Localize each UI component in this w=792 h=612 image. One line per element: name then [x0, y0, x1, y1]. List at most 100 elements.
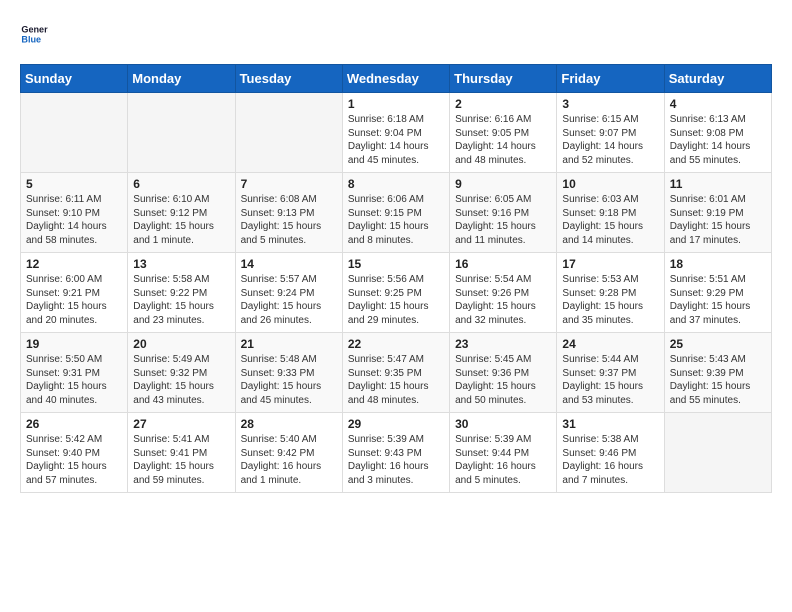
week-row-2: 5 Sunrise: 6:11 AMSunset: 9:10 PMDaylight…	[21, 173, 772, 253]
day-number: 6	[133, 177, 229, 191]
day-header-friday: Friday	[557, 65, 664, 93]
day-cell: 28Sunrise: 5:40 AMSunset: 9:42 PMDayligh…	[235, 413, 342, 493]
day-info: Sunrise: 6:13 AMSunset: 9:08 PMDaylight:…	[670, 113, 766, 167]
day-cell: 17 Sunrise: 5:53 AMSunset: 9:28 PMDayligh…	[557, 253, 664, 333]
day-cell: 7Sunrise: 6:08 AMSunset: 9:13 PMDaylight…	[235, 173, 342, 253]
day-info: Sunrise: 5:56 AMSunset: 9:25 PMDaylight:…	[348, 273, 444, 327]
day-number: 20	[133, 337, 229, 351]
day-number: 15	[348, 257, 444, 271]
day-cell: 19 Sunrise: 5:50 AMSunset: 9:31 PMDayligh…	[21, 333, 128, 413]
calendar: SundayMondayTuesdayWednesdayThursdayFrid…	[20, 64, 772, 493]
day-cell: 6 Sunrise: 6:10 AMSunset: 9:12 PMDaylight…	[128, 173, 235, 253]
day-info: Sunrise: 5:38 AMSunset: 9:46 PMDaylight:…	[562, 433, 658, 487]
day-cell: 4 Sunrise: 6:13 AMSunset: 9:08 PMDaylight…	[664, 93, 771, 173]
day-info: Sunrise: 6:10 AMSunset: 9:12 PMDaylight:…	[133, 193, 229, 247]
day-info: Sunrise: 5:45 AMSunset: 9:36 PMDaylight:…	[455, 353, 551, 407]
day-number: 25	[670, 337, 766, 351]
day-number: 14	[241, 257, 337, 271]
day-number: 5	[26, 177, 122, 191]
day-info: Sunrise: 5:57 AMSunset: 9:24 PMDaylight:…	[241, 273, 337, 327]
day-info: Sunrise: 5:39 AMSunset: 9:43 PMDaylight:…	[348, 433, 444, 487]
day-cell	[128, 93, 235, 173]
day-cell: 10Sunrise: 6:03 AMSunset: 9:18 PMDayligh…	[557, 173, 664, 253]
day-number: 3	[562, 97, 658, 111]
day-info: Sunrise: 6:05 AMSunset: 9:16 PMDaylight:…	[455, 193, 551, 247]
day-number: 28	[241, 417, 337, 431]
day-header-monday: Monday	[128, 65, 235, 93]
day-info: Sunrise: 5:44 AMSunset: 9:37 PMDaylight:…	[562, 353, 658, 407]
day-cell: 29 Sunrise: 5:39 AMSunset: 9:43 PMDayligh…	[342, 413, 449, 493]
day-info: Sunrise: 5:58 AMSunset: 9:22 PMDaylight:…	[133, 273, 229, 327]
day-number: 31	[562, 417, 658, 431]
day-cell: 22 Sunrise: 5:47 AMSunset: 9:35 PMDayligh…	[342, 333, 449, 413]
day-info: Sunrise: 5:54 AMSunset: 9:26 PMDaylight:…	[455, 273, 551, 327]
logo-icon: General Blue	[20, 20, 48, 48]
day-number: 7	[241, 177, 337, 191]
day-cell: 18 Sunrise: 5:51 AMSunset: 9:29 PMDayligh…	[664, 253, 771, 333]
day-cell: 15 Sunrise: 5:56 AMSunset: 9:25 PMDayligh…	[342, 253, 449, 333]
day-number: 1	[348, 97, 444, 111]
day-info: Sunrise: 5:53 AMSunset: 9:28 PMDaylight:…	[562, 273, 658, 327]
week-row-4: 19 Sunrise: 5:50 AMSunset: 9:31 PMDayligh…	[21, 333, 772, 413]
day-cell: 20Sunrise: 5:49 AMSunset: 9:32 PMDayligh…	[128, 333, 235, 413]
day-cell: 27 Sunrise: 5:41 AMSunset: 9:41 PMDayligh…	[128, 413, 235, 493]
day-number: 8	[348, 177, 444, 191]
day-header-tuesday: Tuesday	[235, 65, 342, 93]
day-number: 2	[455, 97, 551, 111]
day-cell: 1 Sunrise: 6:18 AMSunset: 9:04 PMDaylight…	[342, 93, 449, 173]
day-number: 13	[133, 257, 229, 271]
day-cell: 2 Sunrise: 6:16 AMSunset: 9:05 PMDaylight…	[450, 93, 557, 173]
svg-text:General: General	[21, 25, 48, 35]
day-header-sunday: Sunday	[21, 65, 128, 93]
day-number: 27	[133, 417, 229, 431]
day-number: 4	[670, 97, 766, 111]
day-info: Sunrise: 5:41 AMSunset: 9:41 PMDaylight:…	[133, 433, 229, 487]
day-number: 29	[348, 417, 444, 431]
day-info: Sunrise: 5:47 AMSunset: 9:35 PMDaylight:…	[348, 353, 444, 407]
day-number: 12	[26, 257, 122, 271]
day-cell: 31 Sunrise: 5:38 AMSunset: 9:46 PMDayligh…	[557, 413, 664, 493]
day-cell	[21, 93, 128, 173]
day-cell: 24 Sunrise: 5:44 AMSunset: 9:37 PMDayligh…	[557, 333, 664, 413]
day-cell: 21Sunrise: 5:48 AMSunset: 9:33 PMDayligh…	[235, 333, 342, 413]
day-info: Sunrise: 5:51 AMSunset: 9:29 PMDaylight:…	[670, 273, 766, 327]
day-info: Sunrise: 5:39 AMSunset: 9:44 PMDaylight:…	[455, 433, 551, 487]
day-header-wednesday: Wednesday	[342, 65, 449, 93]
day-header-saturday: Saturday	[664, 65, 771, 93]
day-info: Sunrise: 6:15 AMSunset: 9:07 PMDaylight:…	[562, 113, 658, 167]
day-number: 16	[455, 257, 551, 271]
day-cell: 14 Sunrise: 5:57 AMSunset: 9:24 PMDayligh…	[235, 253, 342, 333]
day-cell: 30 Sunrise: 5:39 AMSunset: 9:44 PMDayligh…	[450, 413, 557, 493]
day-cell: 9Sunrise: 6:05 AMSunset: 9:16 PMDaylight…	[450, 173, 557, 253]
day-number: 22	[348, 337, 444, 351]
day-number: 19	[26, 337, 122, 351]
day-cell	[235, 93, 342, 173]
week-row-5: 26Sunrise: 5:42 AMSunset: 9:40 PMDayligh…	[21, 413, 772, 493]
day-cell: 23 Sunrise: 5:45 AMSunset: 9:36 PMDayligh…	[450, 333, 557, 413]
day-number: 17	[562, 257, 658, 271]
day-number: 30	[455, 417, 551, 431]
day-cell: 12 Sunrise: 6:00 AMSunset: 9:21 PMDayligh…	[21, 253, 128, 333]
day-number: 23	[455, 337, 551, 351]
day-cell: 5 Sunrise: 6:11 AMSunset: 9:10 PMDaylight…	[21, 173, 128, 253]
day-info: Sunrise: 6:16 AMSunset: 9:05 PMDaylight:…	[455, 113, 551, 167]
day-cell: 11Sunrise: 6:01 AMSunset: 9:19 PMDayligh…	[664, 173, 771, 253]
day-info: Sunrise: 6:11 AMSunset: 9:10 PMDaylight:…	[26, 193, 122, 247]
day-number: 18	[670, 257, 766, 271]
day-info: Sunrise: 6:00 AMSunset: 9:21 PMDaylight:…	[26, 273, 122, 327]
day-cell: 26Sunrise: 5:42 AMSunset: 9:40 PMDayligh…	[21, 413, 128, 493]
day-cell	[664, 413, 771, 493]
day-cell: 3 Sunrise: 6:15 AMSunset: 9:07 PMDaylight…	[557, 93, 664, 173]
day-cell: 16 Sunrise: 5:54 AMSunset: 9:26 PMDayligh…	[450, 253, 557, 333]
day-info: Sunrise: 5:43 AMSunset: 9:39 PMDaylight:…	[670, 353, 766, 407]
week-row-1: 1 Sunrise: 6:18 AMSunset: 9:04 PMDaylight…	[21, 93, 772, 173]
day-number: 24	[562, 337, 658, 351]
day-info: Sunrise: 6:18 AMSunset: 9:04 PMDaylight:…	[348, 113, 444, 167]
day-number: 11	[670, 177, 766, 191]
day-number: 26	[26, 417, 122, 431]
svg-text:Blue: Blue	[21, 34, 41, 44]
page-header: General Blue	[20, 20, 772, 48]
day-info: Sunrise: 6:06 AMSunset: 9:15 PMDaylight:…	[348, 193, 444, 247]
day-number: 10	[562, 177, 658, 191]
day-info: Sunrise: 5:50 AMSunset: 9:31 PMDaylight:…	[26, 353, 122, 407]
